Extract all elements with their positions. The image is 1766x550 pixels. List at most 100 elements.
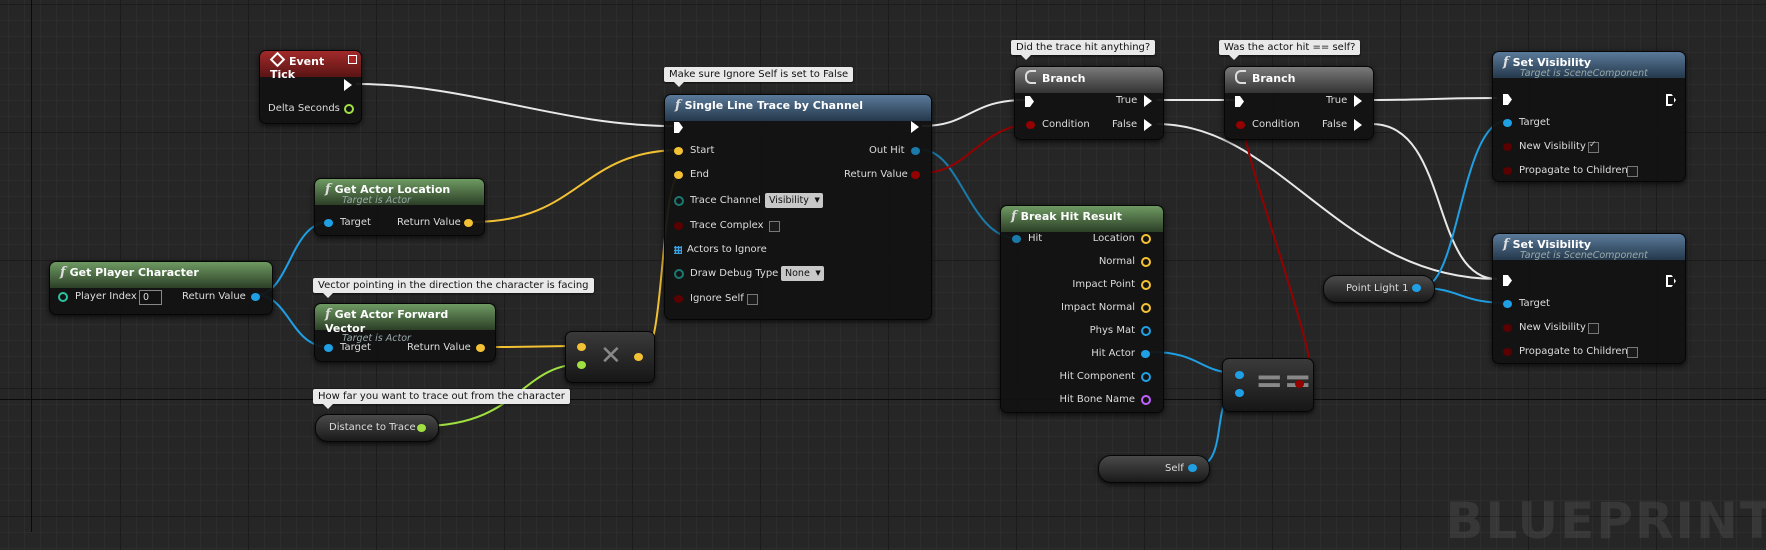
int-pin[interactable] [58, 292, 68, 302]
exec-out-pin[interactable] [1666, 94, 1676, 106]
node-get-player-character[interactable]: f Get Player Character Player Index 0 Ret… [49, 261, 273, 315]
pin-label: Return Value [407, 342, 471, 353]
vector-pin[interactable] [1141, 303, 1151, 313]
bool-pin[interactable] [911, 171, 920, 179]
vector-pin[interactable] [674, 147, 683, 155]
object-pin[interactable] [1235, 389, 1244, 397]
pin-label: New Visibility [1519, 322, 1586, 333]
object-pin[interactable] [1188, 464, 1197, 472]
exec-true-pin[interactable] [1144, 95, 1152, 107]
vector-pin[interactable] [464, 219, 473, 227]
new-visibility-checkbox[interactable] [1588, 140, 1599, 153]
variable-label: Distance to Trace [329, 422, 416, 433]
pin-label: Return Value [844, 169, 908, 180]
bool-pin[interactable] [674, 222, 683, 230]
object-pin[interactable] [251, 293, 260, 301]
object-pin[interactable] [324, 219, 333, 227]
float-pin[interactable] [417, 424, 426, 432]
node-single-line-trace[interactable]: f Single Line Trace by Channel Start Out … [664, 94, 932, 320]
node-branch-2[interactable]: Branch True Condition False [1224, 66, 1374, 140]
pin-label: Draw Debug Type [690, 268, 779, 279]
object-pin[interactable] [1503, 119, 1512, 127]
blueprint-watermark: BLUEPRINT [1445, 492, 1766, 550]
object-pin[interactable] [1141, 326, 1151, 336]
node-self[interactable]: Self [1098, 455, 1210, 483]
exec-true-pin[interactable] [1354, 95, 1362, 107]
node-set-visibility-2[interactable]: f Set Visibility Target is SceneComponent … [1492, 233, 1686, 364]
node-branch-1[interactable]: Branch True Condition False [1014, 66, 1164, 140]
exec-out-pin[interactable] [1666, 275, 1676, 287]
node-set-visibility-1[interactable]: f Set Visibility Target is SceneComponent … [1492, 51, 1686, 182]
enum-pin[interactable] [674, 196, 684, 206]
trace-complex-checkbox[interactable] [769, 221, 780, 232]
bool-pin[interactable] [1503, 324, 1512, 332]
float-pin[interactable] [577, 361, 586, 369]
exec-out-pin[interactable] [344, 79, 352, 91]
exec-in-pin[interactable] [1025, 96, 1034, 107]
node-header: f Set Visibility Target is SceneComponent [1493, 234, 1685, 261]
node-header: f Set Visibility Target is SceneComponent [1493, 52, 1685, 79]
bool-pin[interactable] [1026, 121, 1035, 129]
object-pin[interactable] [1412, 284, 1421, 292]
vector-pin[interactable] [577, 343, 586, 351]
exec-false-pin[interactable] [1144, 119, 1152, 131]
pin-label: Normal [1098, 256, 1135, 267]
new-visibility-checkbox[interactable] [1588, 323, 1599, 334]
node-multiply[interactable]: ✕ [565, 331, 655, 383]
trace-channel-dropdown[interactable]: Visibility [765, 193, 823, 208]
struct-pin[interactable] [1012, 235, 1021, 243]
vector-pin[interactable] [634, 353, 643, 361]
branch-icon [1025, 70, 1036, 84]
wire-location-to-start [472, 149, 682, 223]
bool-pin[interactable] [1503, 167, 1512, 175]
node-subtitle: Target is SceneComponent [1520, 250, 1648, 261]
object-pin[interactable] [1503, 300, 1512, 308]
object-pin[interactable] [1235, 371, 1244, 379]
array-pin-icon[interactable] [674, 246, 682, 254]
object-pin[interactable] [1141, 350, 1150, 358]
delegate-pin-icon[interactable] [348, 55, 357, 64]
name-pin[interactable] [1141, 395, 1151, 405]
exec-in-pin[interactable] [1235, 96, 1244, 107]
ignore-self-checkbox[interactable] [747, 294, 758, 305]
node-distance-to-trace[interactable]: Distance to Trace [315, 414, 439, 442]
node-event-tick[interactable]: Event Tick Delta Seconds [259, 50, 362, 124]
exec-false-pin[interactable] [1354, 119, 1362, 131]
node-get-actor-location[interactable]: f Get Actor Location Target is Actor Targe… [314, 178, 485, 236]
bool-pin[interactable] [1503, 348, 1512, 356]
node-title: Break Hit Result [1020, 210, 1122, 223]
struct-pin[interactable] [911, 147, 920, 155]
node-equal[interactable]: == [1222, 358, 1314, 412]
vector-pin[interactable] [1141, 234, 1151, 244]
node-point-light-1[interactable]: Point Light 1 [1323, 275, 1435, 303]
vector-pin[interactable] [1141, 280, 1151, 290]
node-header: Event Tick [260, 51, 361, 81]
pin-label: Location [1092, 233, 1135, 244]
bool-pin[interactable] [1295, 380, 1304, 388]
propagate-checkbox[interactable] [1627, 347, 1638, 358]
bool-pin[interactable] [1236, 121, 1245, 129]
pin-label: New Visibility [1519, 141, 1586, 152]
vector-pin[interactable] [476, 344, 485, 352]
bool-pin[interactable] [1503, 143, 1512, 151]
node-get-actor-forward-vector[interactable]: f Get Actor Forward Vector Target is Actor… [314, 303, 496, 362]
draw-debug-dropdown[interactable]: None [781, 266, 824, 281]
pin-label: Target [1519, 298, 1550, 309]
node-break-hit-result[interactable]: f Break Hit Result Hit Location Normal Im… [1000, 205, 1164, 413]
object-pin[interactable] [1141, 372, 1151, 382]
player-index-input[interactable]: 0 [139, 290, 162, 305]
enum-pin[interactable] [674, 269, 684, 279]
node-title: Branch [1252, 72, 1296, 85]
exec-in-pin[interactable] [1503, 275, 1512, 286]
vector-pin[interactable] [674, 171, 683, 179]
pin-label: Target [340, 217, 371, 228]
float-pin[interactable] [344, 104, 354, 114]
exec-in-pin[interactable] [1503, 94, 1512, 105]
object-pin[interactable] [324, 344, 333, 352]
propagate-checkbox[interactable] [1627, 166, 1638, 177]
bool-pin[interactable] [674, 295, 683, 303]
exec-in-pin[interactable] [674, 122, 683, 133]
vector-pin[interactable] [1141, 257, 1151, 267]
exec-out-pin[interactable] [911, 121, 919, 133]
comment-distance: How far you want to trace out from the c… [313, 389, 570, 409]
